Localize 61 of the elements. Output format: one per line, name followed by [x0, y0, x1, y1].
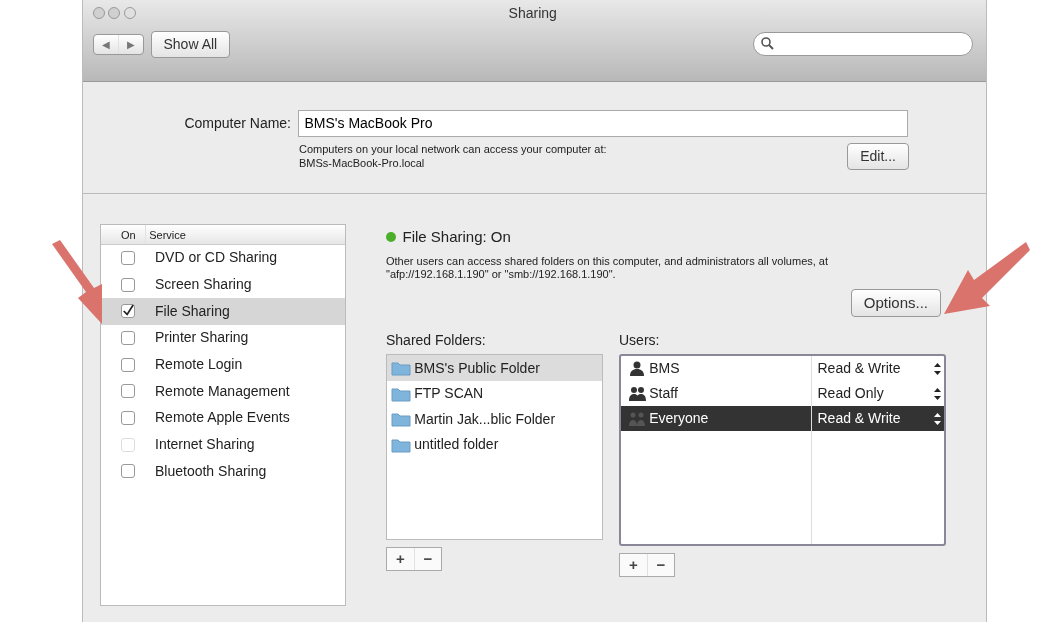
folder-icon	[391, 436, 411, 453]
service-row[interactable]: Remote Management	[101, 377, 345, 405]
folder-icon	[391, 385, 411, 402]
stepper-icon	[933, 386, 941, 401]
window-control-button[interactable]	[123, 7, 136, 19]
folder-icon	[391, 360, 411, 376]
navigation-control[interactable]: ◀ ▶	[93, 33, 144, 55]
status-text: File Sharing: On	[402, 226, 511, 247]
window-control-button[interactable]	[108, 7, 121, 19]
stepper-icon	[933, 361, 941, 376]
checkbox[interactable]	[121, 410, 135, 425]
add-button[interactable]: +	[387, 547, 414, 571]
service-row[interactable]: Bluetooth Sharing	[101, 458, 345, 485]
checkbox[interactable]	[121, 304, 135, 319]
access-popup[interactable]: Read & Write	[811, 358, 944, 380]
network-note: Computers on your local network can access your computer at:	[299, 143, 607, 157]
service-row[interactable]: File Sharing	[101, 297, 345, 325]
checkbox[interactable]	[121, 357, 135, 372]
computer-name-field[interactable]: BMS's MacBook Pro	[297, 110, 908, 137]
folder-row[interactable]: Martin Jak...blic Folder	[387, 406, 602, 432]
show-all-button[interactable]: Show All	[150, 30, 231, 58]
column-header: On	[120, 227, 137, 243]
network-address: BMSs-MacBook-Pro.local	[299, 156, 426, 171]
user-name: Staff	[649, 384, 678, 404]
shared-folders-label: Shared Folders:	[386, 331, 487, 350]
folder-row[interactable]: untitled folder	[387, 431, 602, 458]
remove-button[interactable]: −	[647, 553, 674, 577]
window-title: Sharing	[507, 3, 558, 23]
edit-button[interactable]: Edit...	[847, 143, 909, 171]
status-description: Other users can access shared folders on this computer, and administrators all volumes, at "afp://192.168.1.190" or "smb://192.168.1.190".	[386, 254, 830, 282]
access-popup[interactable]: Read & Write	[811, 408, 944, 430]
forward-button[interactable]: ▶	[118, 34, 143, 54]
service-row[interactable]: Remote Login	[101, 351, 345, 378]
add-button[interactable]: +	[620, 553, 647, 577]
service-row[interactable]: Remote Apple Events	[101, 404, 345, 432]
users-label: Users:	[619, 331, 661, 350]
access-popup[interactable]: Read Only	[811, 383, 944, 405]
user-name: BMS	[649, 359, 680, 379]
back-button[interactable]: ◀	[94, 34, 118, 54]
checkbox[interactable]	[121, 277, 135, 292]
search-field[interactable]	[752, 32, 973, 56]
remove-button[interactable]: −	[414, 547, 441, 571]
checkbox[interactable]	[121, 384, 135, 399]
options-button[interactable]: Options...	[850, 288, 941, 317]
column-header: Service	[145, 224, 186, 244]
user-row[interactable]: BMS Read & Write	[621, 356, 944, 382]
folder-row[interactable]: FTP SCAN	[387, 380, 602, 407]
user-row[interactable]: Staff Read Only	[621, 381, 944, 407]
service-row[interactable]: Printer Sharing	[101, 324, 345, 352]
computer-name-label: Computer Name:	[183, 114, 291, 133]
service-row[interactable]: Screen Sharing	[101, 271, 345, 298]
folder-row[interactable]: BMS's Public Folder	[387, 355, 602, 381]
checkbox[interactable]	[121, 330, 135, 345]
stepper-icon	[933, 411, 941, 426]
service-row[interactable]: DVD or CD Sharing	[101, 244, 345, 272]
window-control-button[interactable]	[93, 7, 105, 19]
folder-icon	[391, 411, 411, 427]
user-name: Everyone	[649, 409, 709, 429]
checkbox[interactable]	[121, 464, 135, 479]
user-row[interactable]: Everyone Read & Write	[621, 406, 944, 432]
checkbox[interactable]	[121, 250, 135, 265]
